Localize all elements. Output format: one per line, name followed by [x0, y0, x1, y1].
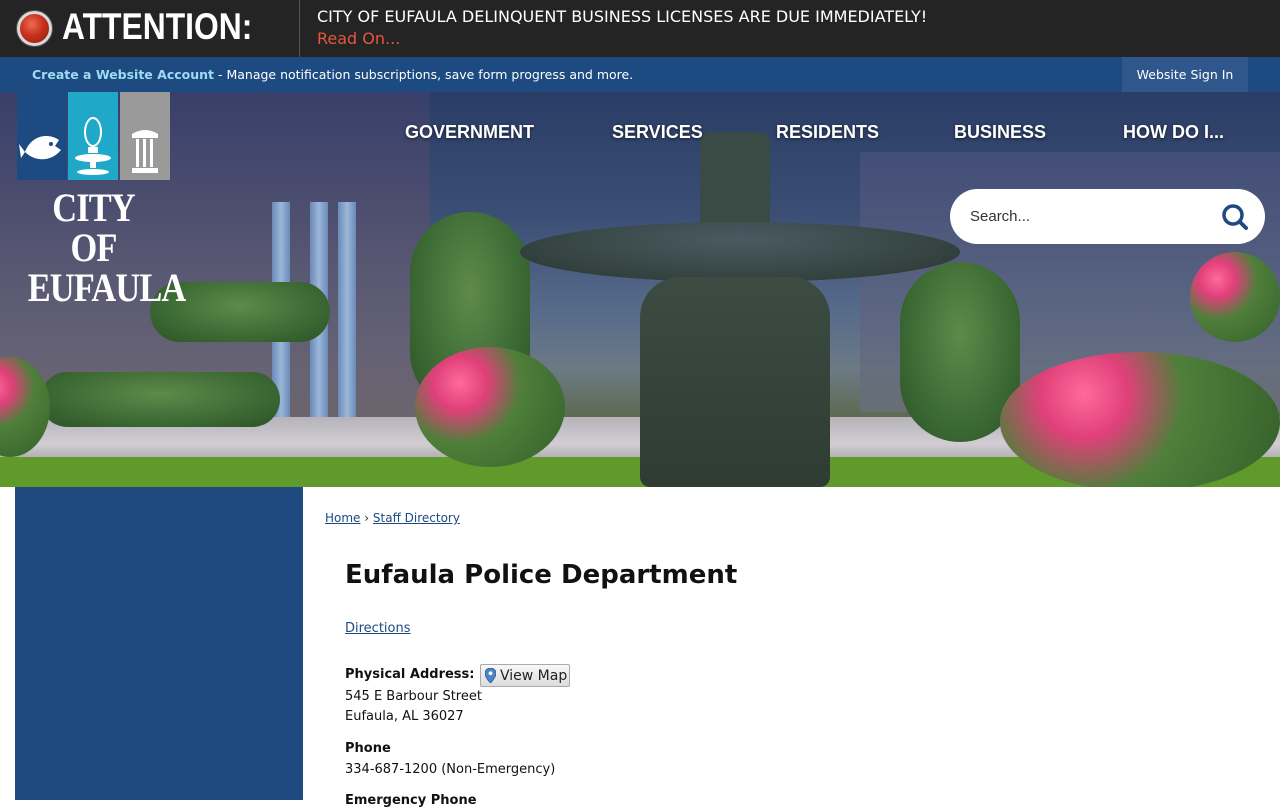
logo-fountain-tile	[68, 92, 118, 180]
fountain-icon	[75, 117, 111, 175]
search-input[interactable]	[970, 203, 1210, 230]
column-icon	[132, 130, 158, 173]
alert-indicator-icon	[17, 11, 52, 46]
map-pin-icon	[485, 668, 496, 683]
breadcrumb-separator: ›	[364, 511, 370, 525]
address-line1: 545 E Barbour Street	[345, 689, 482, 704]
page-title: Eufaula Police Department	[345, 560, 738, 590]
fish-icon	[19, 136, 61, 160]
breadcrumb: Home › Staff Directory	[325, 511, 460, 525]
hero-flower-bed	[1000, 352, 1280, 487]
account-description: - Manage notification subscriptions, sav…	[214, 67, 634, 82]
hero-hanging-basket	[1190, 252, 1280, 342]
fountain-base	[640, 277, 830, 487]
hero-hedge	[40, 372, 280, 427]
address-line2: Eufaula, AL 36027	[345, 709, 464, 724]
breadcrumb-home[interactable]: Home	[325, 511, 360, 525]
website-sign-in-button[interactable]: Website Sign In	[1122, 57, 1248, 92]
alert-read-on-link[interactable]: Read On...	[317, 29, 400, 48]
city-logo[interactable]: CITY OF EUFAULA	[17, 92, 186, 308]
fountain-basin	[520, 222, 960, 282]
logo-line2: EUFAULA	[27, 265, 187, 310]
logo-line1: CITY OF	[52, 185, 135, 270]
alert-title: ATTENTION:	[62, 6, 253, 47]
create-account-link[interactable]: Create a Website Account	[32, 67, 214, 82]
alert-divider	[299, 0, 300, 57]
emergency-phone-label: Emergency Phone	[345, 793, 477, 808]
hero-flower-planter	[415, 347, 565, 467]
alert-bar: ATTENTION: CITY OF EUFAULA DELINQUENT BU…	[0, 0, 1280, 57]
view-map-label: View Map	[500, 667, 568, 684]
nav-services[interactable]: SERVICES	[612, 122, 703, 146]
hero-banner: CITY OF EUFAULA GOVERNMENT SERVICES RESI…	[0, 92, 1280, 487]
alert-message: CITY OF EUFAULA DELINQUENT BUSINESS LICE…	[317, 7, 928, 26]
search-icon[interactable]	[1220, 202, 1250, 232]
nav-residents[interactable]: RESIDENTS	[776, 122, 879, 146]
account-info: Create a Website Account - Manage notifi…	[32, 67, 633, 82]
physical-address-label: Physical Address:	[345, 667, 475, 682]
phone-value: 334-687-1200 (Non-Emergency)	[345, 762, 556, 777]
search-box	[950, 189, 1265, 244]
directions-link[interactable]: Directions	[345, 621, 411, 636]
sidebar	[15, 487, 303, 800]
logo-text: CITY OF EUFAULA	[27, 185, 187, 310]
account-bar: Create a Website Account - Manage notifi…	[0, 57, 1280, 92]
breadcrumb-staff-directory[interactable]: Staff Directory	[373, 511, 460, 525]
view-map-button[interactable]: View Map	[480, 664, 570, 687]
hero-pillar	[338, 202, 356, 432]
logo-column-tile	[120, 92, 170, 180]
nav-government[interactable]: GOVERNMENT	[405, 122, 534, 146]
phone-label: Phone	[345, 741, 391, 756]
nav-how-do-i[interactable]: HOW DO I...	[1123, 122, 1224, 146]
nav-business[interactable]: BUSINESS	[954, 122, 1046, 146]
logo-fish-tile	[17, 92, 67, 180]
